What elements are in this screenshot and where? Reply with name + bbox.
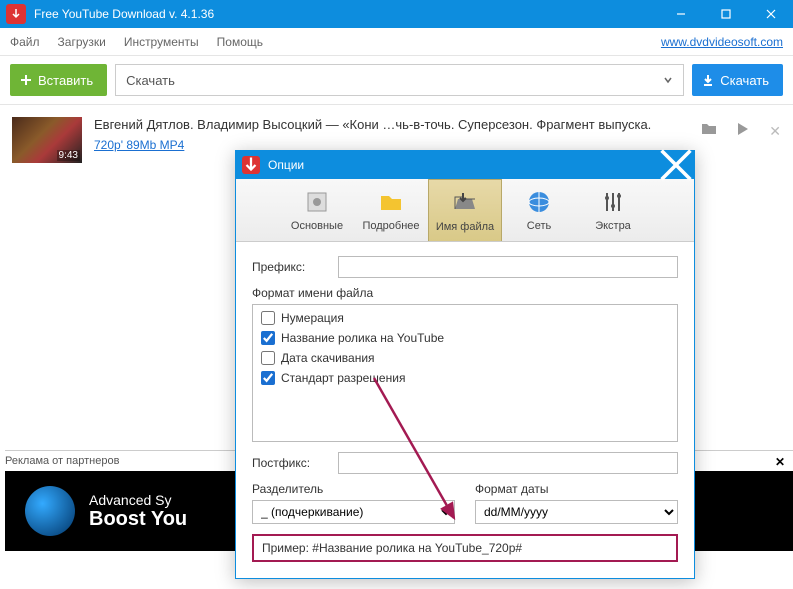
menu-downloads[interactable]: Загрузки [58,35,106,49]
download-label: Скачать [720,73,769,88]
quality-combo[interactable]: Скачать [115,64,684,96]
prefix-input[interactable] [338,256,678,278]
plus-icon [20,74,32,86]
ad-logo-icon [25,486,75,536]
paste-label: Вставить [38,73,93,88]
menu-tools[interactable]: Инструменты [124,35,199,49]
check-download-date[interactable] [261,351,275,365]
download-icon [702,74,714,86]
dialog-title: Опции [268,158,658,172]
video-title: Евгений Дятлов. Владимир Высоцкий — «Кон… [94,117,781,132]
ad-label: Реклама от партнеров [5,455,119,467]
dialog-close-button[interactable] [658,151,694,179]
download-button[interactable]: Скачать [692,64,783,96]
dialog-titlebar: Опции [236,151,694,179]
minimize-button[interactable] [658,0,703,28]
dateformat-label: Формат даты [475,482,678,496]
check-resolution[interactable] [261,371,275,385]
postfix-label: Постфикс: [252,456,338,470]
menu-help[interactable]: Помощь [217,35,263,49]
tab-extra[interactable]: Экстра [576,179,650,241]
check-youtube-title[interactable] [261,331,275,345]
tab-network[interactable]: Сеть [502,179,576,241]
close-button[interactable] [748,0,793,28]
tab-advanced[interactable]: Подробнее [354,179,428,241]
play-icon[interactable] [735,121,751,142]
tab-basic[interactable]: Основные [280,179,354,241]
menu-file[interactable]: Файл [10,35,40,49]
filename-format-group: Нумерация Название ролика на YouTube Дат… [252,304,678,442]
folder-icon[interactable] [701,121,717,142]
paste-button[interactable]: Вставить [10,64,107,96]
menubar: Файл Загрузки Инструменты Помощь www.dvd… [0,28,793,56]
example-box: Пример: #Название ролика на YouTube_720p… [252,534,678,562]
video-meta-link[interactable]: 720p' 89Mb MP4 [94,138,184,152]
site-link[interactable]: www.dvdvideosoft.com [661,35,783,49]
app-title: Free YouTube Download v. 4.1.36 [34,7,658,21]
separator-select[interactable]: _ (подчеркивание) [252,500,455,524]
format-section-label: Формат имени файла [252,286,678,300]
globe-icon [525,188,553,216]
folder-icon [377,188,405,216]
chevron-down-icon [663,73,673,88]
sliders-icon [599,188,627,216]
video-thumbnail[interactable]: 9:43 [12,117,82,163]
dialog-tabs: Основные Подробнее Имя файла Сеть Экстра [236,179,694,242]
ad-close-icon[interactable]: ✕ [775,455,785,469]
remove-video-icon[interactable]: ✕ [769,123,781,140]
combo-value: Скачать [126,73,175,88]
ad-line2: Boost You [89,508,187,531]
dateformat-select[interactable]: dd/MM/yyyy [475,500,678,524]
app-icon [6,4,26,24]
tab-filename[interactable]: Имя файла [428,179,502,241]
prefix-label: Префикс: [252,260,338,274]
separator-label: Разделитель [252,482,455,496]
file-open-icon [451,189,479,217]
toolbar: Вставить Скачать Скачать [0,56,793,104]
maximize-button[interactable] [703,0,748,28]
options-dialog: Опции Основные Подробнее Имя файла Сеть … [235,150,695,579]
ad-line1: Advanced Sy [89,492,187,508]
check-numeration[interactable] [261,311,275,325]
dialog-icon [242,156,260,174]
gear-box-icon [303,188,331,216]
titlebar: Free YouTube Download v. 4.1.36 [0,0,793,28]
video-duration: 9:43 [57,150,80,161]
postfix-input[interactable] [338,452,678,474]
